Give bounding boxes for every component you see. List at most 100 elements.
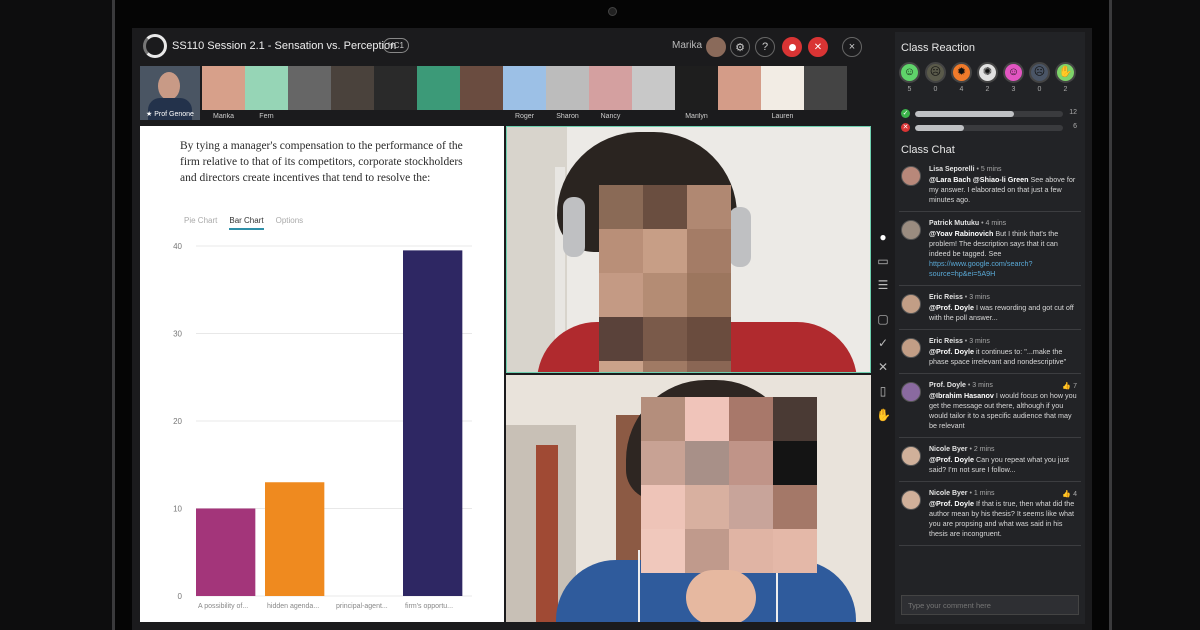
top-bar: SS110 Session 2.1 - Sensation vs. Percep… [132,28,872,64]
message-time: 3 mins [969,338,990,345]
folder-icon[interactable]: ▭ [876,254,890,268]
participant-tile[interactable] [331,66,374,110]
message-author[interactable]: Lisa Seporelli [929,166,975,173]
reaction-neutral-face[interactable]: ☹ 0 [925,62,946,93]
hand [686,570,756,622]
reaction-confused[interactable]: ☹ 0 [1029,62,1050,93]
y-tick-label: 30 [173,330,182,339]
reaction-mind-blown[interactable]: ✺ 2 [977,62,998,93]
pixel-block [687,273,731,317]
reaction-laugh[interactable]: ☺ 3 [1003,62,1024,93]
settings-button[interactable]: ⚙ [730,37,750,57]
participant-tile[interactable] [374,66,417,110]
participant-tile[interactable] [804,66,847,110]
avatar[interactable] [901,220,921,240]
avatar[interactable] [901,166,921,186]
participant-tile[interactable]: Marika [202,66,245,120]
monitor-icon[interactable]: ▢ [876,312,890,326]
participant-tile[interactable]: Lauren [761,66,804,120]
chat-message: Nicole Byer • 2 mins @Prof. Doyle Can you… [899,444,1081,482]
poll-question: By tying a manager's compensation to the… [180,140,463,184]
mention[interactable]: @Ibrahim Hasanov [929,391,994,400]
message-body: @Lara Bach @Shiao-li Green See above for… [929,175,1081,205]
message-author[interactable]: Eric Reiss [929,338,963,345]
message-author[interactable]: Nicole Byer [929,490,968,497]
participant-tile[interactable] [417,66,460,110]
user-name: Marika [672,40,703,51]
confused-icon: ☹ [1029,62,1050,83]
reaction-count: 3 [1011,86,1016,93]
like-button[interactable]: 👍 4 [1062,490,1077,498]
tab-bar-chart[interactable]: Bar Chart [229,216,264,230]
headphone-left [563,197,585,257]
reaction-smile[interactable]: ☺ 5 [899,62,920,93]
x-tick-label: A possibility of... [198,603,248,610]
bar[interactable] [196,508,256,597]
participant-tile-professor[interactable]: ★ Prof Genone [140,66,200,120]
bar[interactable] [403,250,463,596]
participant-tile[interactable] [718,66,761,110]
check-icon[interactable]: ✓ [876,336,890,350]
mention[interactable]: @Prof. Doyle [929,347,974,356]
pixelated-face [641,397,817,573]
chat-list: Lisa Seporelli • 5 mins @Lara Bach @Shiao… [899,164,1081,552]
avatar[interactable] [901,294,921,314]
record-button[interactable] [782,37,802,57]
message-author[interactable]: Eric Reiss [929,294,963,301]
disagree-count: 6 [1073,123,1077,130]
tab-pie-chart[interactable]: Pie Chart [184,216,217,230]
gear-icon: ⚙ [735,41,745,54]
participant-tile[interactable]: Marilyn [675,66,718,120]
hand-icon[interactable]: ✋ [876,408,891,422]
participant-tile[interactable] [460,66,503,110]
message-time: 1 mins [973,490,995,497]
video-tile-student-2[interactable] [506,375,871,622]
x-icon[interactable]: ✕ [876,360,890,374]
chat-icon[interactable]: ● [876,230,890,244]
avatar[interactable] [901,382,921,402]
pixel-block [773,485,817,529]
list-icon[interactable]: ☰ [876,278,890,292]
bookmark-icon[interactable]: ▯ [876,384,890,398]
session-badge[interactable]: HC1 [383,38,410,53]
mention[interactable]: @Prof. Doyle [929,499,974,508]
mention[interactable]: @Prof. Doyle [929,455,974,464]
avatar[interactable] [901,338,921,358]
mic-mute-button[interactable]: ✕ [808,37,828,57]
bar[interactable] [265,482,325,596]
message-author[interactable]: Patrick Mutuku [929,220,979,227]
agree-fill [915,111,1015,117]
chat-input[interactable] [901,595,1079,615]
chat-message: Eric Reiss • 3 mins @Prof. Doyle it conti… [899,336,1081,374]
reaction-hand-raise[interactable]: ✋ 2 [1055,62,1076,93]
earphone-cable-left [638,550,640,622]
close-button[interactable]: × [842,37,862,57]
tab-options[interactable]: Options [276,216,304,230]
pixel-block [599,273,643,317]
participant-tile[interactable]: Roger [503,66,546,120]
x-tick-label: principal-agent... [336,603,388,610]
message-link[interactable]: https://www.google.com/search?source=hp&… [929,259,1032,278]
message-author[interactable]: Nicole Byer [929,446,968,453]
user-avatar[interactable] [706,37,726,57]
mention[interactable]: @Prof. Doyle [929,303,974,312]
like-button[interactable]: 👍 7 [1062,382,1077,390]
mention[interactable]: @Lara Bach @Shiao-li Green [929,175,1029,184]
poll-tabs: Pie Chart Bar Chart Options [184,216,303,230]
video-tile-student-1[interactable] [506,126,871,373]
mention[interactable]: @Yoav Rabinovich [929,229,993,238]
avatar[interactable] [901,490,921,510]
participant-tile[interactable]: Nancy [589,66,632,120]
help-button[interactable]: ? [755,37,775,57]
reaction-fire[interactable]: ✹ 4 [951,62,972,93]
like-count: 7 [1073,383,1077,390]
pixel-block [599,229,643,273]
participant-label: Marilyn [685,113,708,120]
participant-tile[interactable]: Fern [245,66,288,120]
avatar[interactable] [901,446,921,466]
participant-tile[interactable] [288,66,331,110]
participant-tile[interactable] [632,66,675,110]
message-author[interactable]: Prof. Doyle [929,382,966,389]
headphone-right [729,207,751,267]
participant-tile[interactable]: Sharon [546,66,589,120]
